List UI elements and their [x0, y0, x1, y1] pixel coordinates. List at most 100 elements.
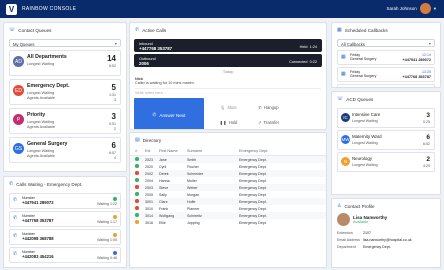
- queue-avatar-icon: AD: [13, 56, 24, 67]
- outbound-call[interactable]: Outbound 2006 Connected 0:22: [134, 54, 322, 67]
- queue-agents-available: 3: [114, 98, 116, 102]
- mute-button[interactable]: 🎙 Mute: [210, 100, 247, 115]
- queue-metric-label: Longest Waiting: [352, 163, 378, 167]
- hangup-icon: ✆: [258, 105, 262, 110]
- surname: Schneider: [187, 171, 204, 176]
- queue-card[interactable]: GS General Surgery Longest Waiting Agents A…: [9, 137, 121, 163]
- profile-field-value[interactable]: Emergency Dept.: [363, 245, 435, 249]
- wait-time: Waiting 1:17: [97, 220, 117, 224]
- queue-wait-time: 6:52: [423, 142, 430, 146]
- queue-count: 5: [111, 83, 116, 92]
- directory-row[interactable]: 2023 Jane Smith Emergency Dept.: [130, 156, 326, 163]
- transfer-button[interactable]: ↗ Transfer: [250, 115, 287, 129]
- presence-dot: [135, 192, 139, 196]
- extension: 2003: [145, 185, 153, 190]
- phone-icon: ✆: [13, 233, 18, 239]
- callback-time: 12:14: [422, 53, 431, 57]
- queue-card[interactable]: P Priority Longest Waiting Agents Available…: [9, 108, 121, 134]
- directory-row[interactable]: 2004 Hanna Muller Emergency Dept.: [130, 177, 326, 184]
- queue-icon: ☏: [9, 27, 16, 33]
- directory-row[interactable]: 3010 Frank Planner Emergency Dept.: [130, 205, 326, 212]
- callback-time: 13:30: [422, 87, 431, 88]
- queue-metric-label: Agents Available: [27, 125, 56, 129]
- queue-card[interactable]: AD All Departments Longest Waiting 14 6:52: [9, 50, 121, 76]
- search-icon[interactable]: ⌕: [135, 149, 145, 153]
- extension: 3001: [145, 199, 153, 204]
- queue-metric-label: Longest Waiting: [27, 62, 55, 66]
- inbound-call[interactable]: Inbound +447768 353787 Held 1:24: [134, 39, 322, 52]
- queue-count: 14: [107, 54, 116, 63]
- surname: Jopping: [187, 220, 200, 225]
- department: Emergency Dept.: [239, 185, 267, 190]
- callbacks-filter-select[interactable]: All Callbacks ▾: [337, 39, 435, 47]
- acd-queues-panel: ☏ ACD Queues IC Intensive Care Longest Wait…: [331, 91, 441, 195]
- directory-row[interactable]: 3016 Ellie Jopping Emergency Dept.: [130, 219, 326, 226]
- hangup-button[interactable]: ✆ Hangup: [250, 100, 287, 115]
- directory-row[interactable]: 3001 Clare Hoffe Emergency Dept.: [130, 198, 326, 205]
- acd-queue-card[interactable]: MW Maternity Ward Longest Waiting 6 6:52: [337, 130, 435, 150]
- queue-name: Priority: [27, 112, 46, 118]
- department: Emergency Dept.: [239, 213, 267, 218]
- queue-metric-label: Longest Waiting: [352, 119, 378, 123]
- extension: 2002: [145, 171, 153, 176]
- pause-icon: ❚❚: [219, 120, 227, 125]
- surname: Hoffe: [187, 199, 196, 204]
- queue-count: 3: [426, 112, 430, 119]
- callback-item[interactable]: ▦ Friday General Surgery 13:25 +447768 35378…: [337, 67, 435, 82]
- waiting-call[interactable]: ✆ Number +442098 368788 Waiting 1:05: [9, 229, 121, 245]
- queue-name: Emergency Dept.: [27, 83, 70, 89]
- first-name: Wolfgang: [159, 213, 175, 218]
- directory-header: ⌕ Ext First Name Surname Emergency Dept.: [130, 147, 326, 156]
- queue-icon: ☏: [337, 96, 344, 102]
- acd-queue-card[interactable]: N Neurology Longest Waiting 2 4:20: [337, 152, 435, 172]
- inbound-number: +447768 353787: [139, 46, 173, 51]
- panel-title: Contact Profile: [344, 203, 375, 209]
- phone-icon: ✆: [13, 251, 18, 257]
- hold-button[interactable]: ❚❚ Hold: [210, 115, 247, 129]
- calendar-icon: ▦: [341, 54, 346, 60]
- directory-row[interactable]: 2005 Sally Morgan Emergency Dept.: [130, 191, 326, 198]
- panel-title: Active Calls: [142, 27, 167, 33]
- first-name: Hanna: [159, 178, 170, 183]
- callback-item[interactable]: ▦ Friday General Surgery 12:14 +447941 28907…: [337, 50, 435, 65]
- extension: 3014: [145, 213, 153, 218]
- department: Emergency Dept.: [239, 199, 267, 204]
- queue-card[interactable]: ED Emergency Dept. Longest Waiting Agents A…: [9, 79, 121, 105]
- directory-row[interactable]: 2020 Cyril Fischer Emergency Dept.: [130, 163, 326, 170]
- answer-next-button[interactable]: ✆ Answer Next: [134, 98, 204, 129]
- queue-filter-select[interactable]: My Queues ▾: [9, 39, 121, 47]
- calendar-icon: ▦: [341, 71, 346, 77]
- callback-phone: +447768 353787: [402, 75, 431, 79]
- phone-icon: ✆: [152, 112, 157, 117]
- queue-wait-time: 4:20: [423, 164, 430, 168]
- phone-icon: ✆: [9, 181, 14, 187]
- first-name: Derek: [159, 171, 169, 176]
- waiting-call[interactable]: ✆ Number +447768 353787 Waiting 1:17: [9, 211, 121, 227]
- extension: 2005: [145, 192, 153, 197]
- waiting-call[interactable]: ✆ Number +442083 454216 Waiting 0:46: [9, 247, 121, 263]
- callback-item[interactable]: ▦FridayGeneral Surgery13:30+442433 30378…: [337, 84, 435, 88]
- phone-icon: ✆: [13, 197, 18, 203]
- profile-field-label: Extension: [337, 230, 353, 235]
- status-badge: [113, 197, 117, 201]
- profile-row: Department Emergency Dept.: [332, 243, 440, 250]
- presence-dot: [135, 220, 139, 224]
- user-menu[interactable]: Sarah Johnson ▾: [386, 3, 436, 14]
- notes-date: Today: [222, 70, 234, 74]
- chevron-down-icon: ▾: [428, 41, 431, 46]
- dept-filter[interactable]: Emergency Dept.: [239, 149, 321, 153]
- queue-count: 6: [111, 141, 116, 150]
- status-badge: [113, 215, 117, 219]
- queue-count: 3: [111, 112, 116, 121]
- notes-input[interactable]: Write notes here...: [135, 88, 321, 95]
- directory-row[interactable]: 2003 Steve Weber Emergency Dept.: [130, 184, 326, 191]
- surname: Fischer: [187, 164, 199, 169]
- wait-time: Waiting 1:05: [97, 238, 117, 242]
- acd-queue-card[interactable]: IC Intensive Care Longest Waiting 3 0:25: [337, 108, 435, 128]
- first-name: Clare: [159, 199, 168, 204]
- directory-row[interactable]: 3014 Wolfgang Schmeltz Emergency Dept.: [130, 212, 326, 219]
- directory-row[interactable]: 2002 Derek Schneider Emergency Dept.: [130, 170, 326, 177]
- profile-row: Extension 2107: [332, 229, 440, 236]
- queue-metric-label: Longest Waiting: [352, 141, 378, 145]
- waiting-call[interactable]: ✆ Number +447941 289072 Waiting 1:22: [9, 193, 121, 209]
